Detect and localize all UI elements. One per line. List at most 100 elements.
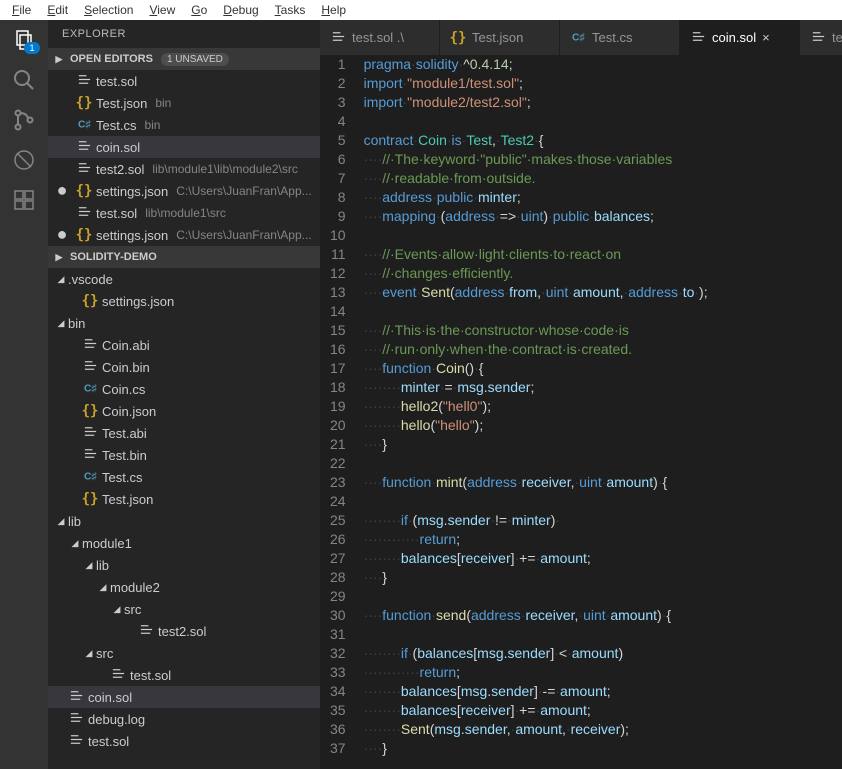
code-line[interactable]: ········hello("hello"); <box>364 416 708 435</box>
close-icon[interactable]: × <box>762 30 778 45</box>
code-line[interactable]: contract·Coin·is·Test,·Test2·{ <box>364 131 708 150</box>
code-line[interactable]: ········Sent(msg.sender,·amount,·receive… <box>364 720 708 739</box>
code-line[interactable]: ········hello2("hell0"); <box>364 397 708 416</box>
code-content[interactable]: pragma·solidity·^0.4.14;import·"module1/… <box>364 55 718 769</box>
code-line[interactable]: ····address·public·minter; <box>364 188 708 207</box>
menu-bar[interactable]: FileEditSelectionViewGoDebugTasksHelp <box>0 0 842 20</box>
code-line[interactable]: ····mapping·(address·=>·uint)·public·bal… <box>364 207 708 226</box>
code-line[interactable]: pragma·solidity·^0.4.14; <box>364 55 708 74</box>
file-name: coin.sol <box>88 690 132 705</box>
editor-tab[interactable]: test.sol .\ <box>320 20 440 55</box>
open-editor-item[interactable]: test.sol <box>48 70 320 92</box>
debug-icon[interactable] <box>12 148 36 172</box>
code-line[interactable]: ········minter·=·msg.sender; <box>364 378 708 397</box>
menu-selection[interactable]: Selection <box>76 1 141 19</box>
tree-folder[interactable]: ◢module1 <box>48 532 320 554</box>
open-editor-item[interactable]: test.sollib\module1\src <box>48 202 320 224</box>
code-line[interactable] <box>364 625 708 644</box>
open-editor-item[interactable]: ●{}settings.jsonC:\Users\JuanFran\App... <box>48 180 320 202</box>
tree-file[interactable]: {}Test.json <box>48 488 320 510</box>
code-line[interactable]: ····//·Events·allow·light·clients·to·rea… <box>364 245 708 264</box>
code-line[interactable]: ····//·The·keyword·"public"·makes·those·… <box>364 150 708 169</box>
tree-file[interactable]: {}settings.json <box>48 290 320 312</box>
open-editors-header[interactable]: ▶ OPEN EDITORS 1 UNSAVED <box>48 48 320 70</box>
menu-debug[interactable]: Debug <box>215 1 266 19</box>
code-line[interactable]: ····function·Coin()·{ <box>364 359 708 378</box>
code-line[interactable]: ····function·send(address·receiver,·uint… <box>364 606 708 625</box>
code-line[interactable]: ········if·(msg.sender·!=·minter)· <box>364 511 708 530</box>
code-line[interactable] <box>364 302 708 321</box>
tree-file[interactable]: test.sol <box>48 664 320 686</box>
code-line[interactable]: ········balances[receiver]·+=·amount; <box>364 549 708 568</box>
open-editor-item[interactable]: coin.sol <box>48 136 320 158</box>
tree-file[interactable]: coin.sol <box>48 686 320 708</box>
tab-label: Test.json <box>472 30 523 45</box>
tree-file[interactable]: C♯Coin.cs <box>48 378 320 400</box>
tree-folder[interactable]: ◢bin <box>48 312 320 334</box>
code-line[interactable]: ····} <box>364 739 708 758</box>
tree-file[interactable]: Test.bin <box>48 444 320 466</box>
code-line[interactable]: import·"module1/test.sol"; <box>364 74 708 93</box>
code-line[interactable]: ····} <box>364 435 708 454</box>
tree-folder[interactable]: ◢.vscode <box>48 268 320 290</box>
code-line[interactable]: import·"module2/test2.sol"; <box>364 93 708 112</box>
code-line[interactable]: ····event·Sent(address·from,·uint·amount… <box>364 283 708 302</box>
tree-file[interactable]: Test.abi <box>48 422 320 444</box>
tree-file[interactable]: C♯Test.cs <box>48 466 320 488</box>
open-editor-item[interactable]: C♯Test.csbin <box>48 114 320 136</box>
code-line[interactable] <box>364 226 708 245</box>
tree-folder[interactable]: ◢src <box>48 642 320 664</box>
tree-folder[interactable]: ◢src <box>48 598 320 620</box>
tree-folder[interactable]: ◢lib <box>48 554 320 576</box>
editor-tab[interactable]: coin.sol× <box>680 20 800 55</box>
tree-file[interactable]: Coin.abi <box>48 334 320 356</box>
json-file-icon: {} <box>82 491 98 507</box>
menu-view[interactable]: View <box>141 1 183 19</box>
code-line[interactable]: ············return; <box>364 530 708 549</box>
code-line[interactable]: ········if·(balances[msg.sender]·<·amoun… <box>364 644 708 663</box>
open-editor-item[interactable]: {}Test.jsonbin <box>48 92 320 114</box>
code-line[interactable]: ····//·This·is·the·constructor·whose·cod… <box>364 321 708 340</box>
code-line[interactable]: ········balances[receiver]·+=·amount; <box>364 701 708 720</box>
menu-go[interactable]: Go <box>183 1 215 19</box>
tree-file[interactable]: test2.sol <box>48 620 320 642</box>
tree-file[interactable]: debug.log <box>48 708 320 730</box>
tree-folder[interactable]: ◢lib <box>48 510 320 532</box>
editor-tab[interactable]: {}Test.json <box>440 20 560 55</box>
code-line[interactable]: ········balances[msg.sender]·-=·amount; <box>364 682 708 701</box>
tree-folder[interactable]: ◢module2 <box>48 576 320 598</box>
dirty-dot-icon[interactable]: ● <box>52 184 72 199</box>
tree-file[interactable]: Coin.bin <box>48 356 320 378</box>
code-line[interactable]: ····} <box>364 568 708 587</box>
code-line[interactable]: ····function·mint(address·receiver,·uint… <box>364 473 708 492</box>
source-control-icon[interactable] <box>12 108 36 132</box>
code-line[interactable]: ····//·run·only·when·the·contract·is·cre… <box>364 340 708 359</box>
csharp-file-icon: C♯ <box>76 117 92 133</box>
code-line[interactable] <box>364 454 708 473</box>
code-line[interactable] <box>364 112 708 131</box>
project-header[interactable]: ▶ SOLIDITY-DEMO <box>48 246 320 268</box>
editor-tab[interactable]: tes <box>800 20 842 55</box>
folder-name: bin <box>68 316 85 331</box>
menu-help[interactable]: Help <box>313 1 354 19</box>
open-editor-item[interactable]: ●{}settings.jsonC:\Users\JuanFran\App... <box>48 224 320 246</box>
menu-edit[interactable]: Edit <box>39 1 76 19</box>
editor-tab[interactable]: C♯Test.cs <box>560 20 680 55</box>
code-line[interactable] <box>364 492 708 511</box>
code-line[interactable]: ············return; <box>364 663 708 682</box>
search-icon[interactable] <box>12 68 36 92</box>
tree-file[interactable]: test.sol <box>48 730 320 752</box>
code-line[interactable] <box>364 587 708 606</box>
dirty-dot-icon[interactable]: ● <box>52 228 72 243</box>
code-line[interactable]: ····//·readable·from·outside. <box>364 169 708 188</box>
code-line[interactable]: ····//·changes·efficiently. <box>364 264 708 283</box>
menu-file[interactable]: File <box>4 1 39 19</box>
open-editor-item[interactable]: test2.sollib\module1\lib\module2\src <box>48 158 320 180</box>
explorer-icon[interactable] <box>12 28 36 52</box>
editor-area: test.sol .\{}Test.jsonC♯Test.cscoin.sol×… <box>320 20 842 769</box>
code-editor[interactable]: 1234567891011121314151617181920212223242… <box>320 55 842 769</box>
unsaved-badge: 1 UNSAVED <box>161 53 229 66</box>
tree-file[interactable]: {}Coin.json <box>48 400 320 422</box>
menu-tasks[interactable]: Tasks <box>267 1 314 19</box>
extensions-icon[interactable] <box>12 188 36 212</box>
